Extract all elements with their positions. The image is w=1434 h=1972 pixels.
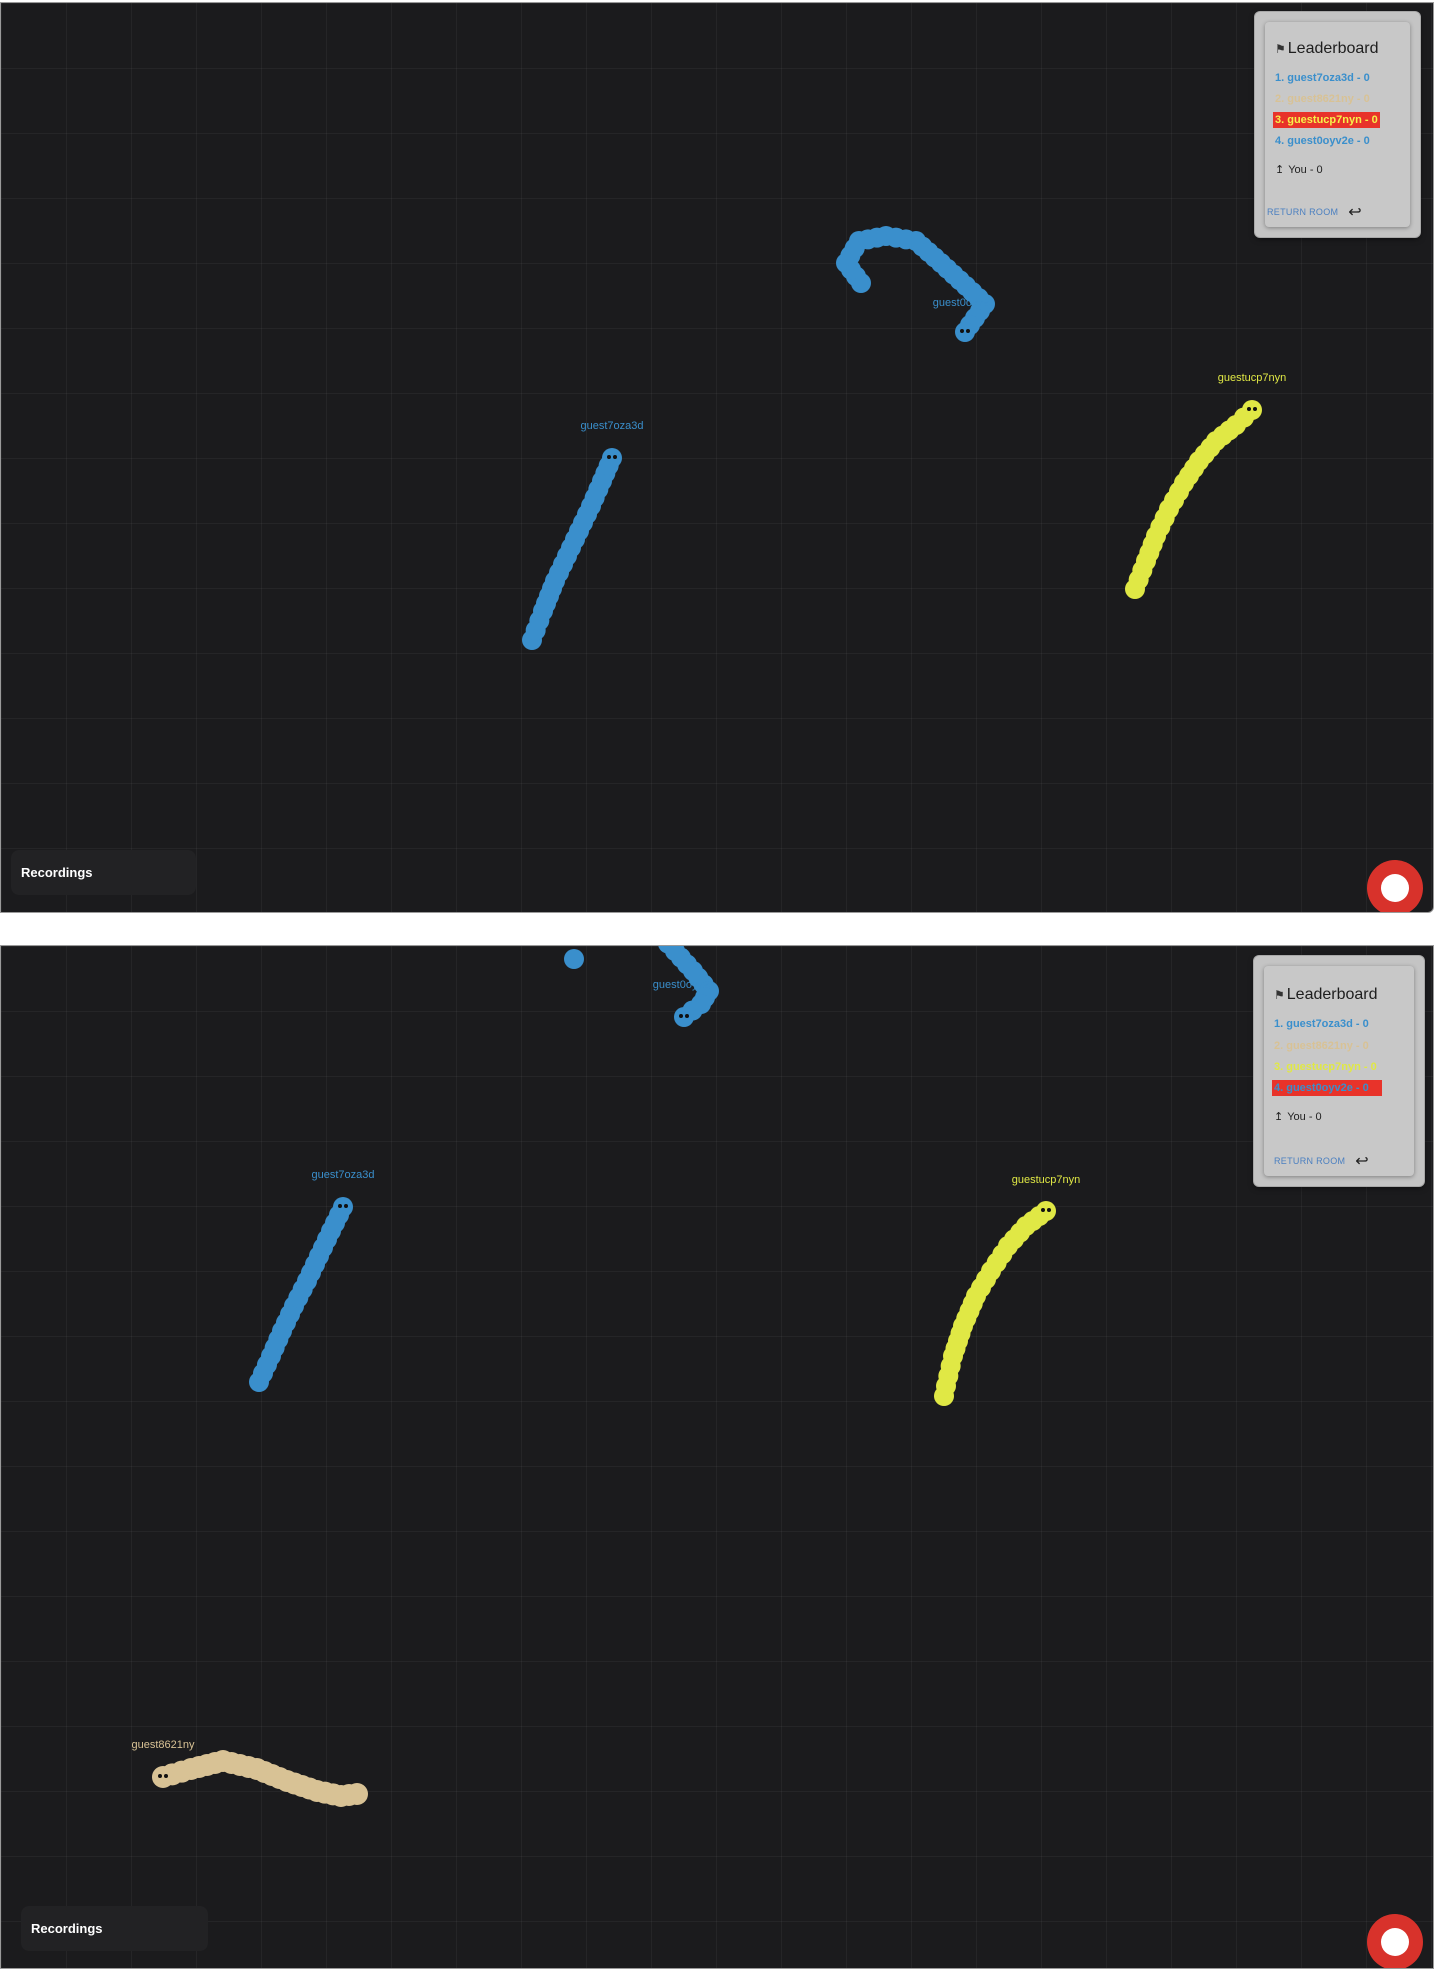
snake-segment	[1036, 1201, 1056, 1221]
arrow-up-icon: ↥	[1275, 164, 1285, 176]
snake-guest0oyv2e	[836, 226, 995, 342]
snake-segment	[1242, 400, 1262, 420]
leaderboard-entry: 2. guest8621ny - 0	[1275, 93, 1370, 105]
record-icon	[1381, 874, 1409, 902]
record-button[interactable]	[1367, 1914, 1423, 1968]
snake-guest7oza3d	[249, 1197, 353, 1392]
leaderboard-panel: ⚑ Leaderboard 1. guest7oza3d - 0 2. gues…	[1255, 12, 1420, 237]
snake-segment	[333, 1197, 353, 1217]
return-arrow-icon: ↩	[1348, 204, 1363, 221]
recordings-panel[interactable]: Recordings	[11, 850, 196, 895]
snake-guest8621ny	[152, 1750, 368, 1807]
return-room-button[interactable]: RETURN ROOM ↩	[1267, 202, 1362, 222]
snake-guestucp7nyn	[1125, 400, 1262, 599]
snake-eye	[607, 455, 611, 459]
snake-eye	[1253, 407, 1257, 411]
snake-field: guest0oyv2e guest7oza3d guestucp7nyn	[522, 226, 1287, 650]
snake-guest7oza3d	[522, 448, 622, 650]
leaderboard-entry-current: 4. guest0oyv2e - 0	[1272, 1080, 1382, 1096]
snake-segment	[674, 1007, 694, 1027]
snake-eye	[1047, 1208, 1051, 1212]
snake-name-label: guestucp7nyn	[1012, 1174, 1081, 1186]
snake-eye	[679, 1014, 683, 1018]
leaderboard-entry: 3. guestucp7nyn - 0	[1274, 1061, 1377, 1073]
snake-eye	[164, 1774, 168, 1778]
snake-segment	[564, 949, 584, 969]
snake-eye	[685, 1014, 689, 1018]
snake-guestucp7nyn	[934, 1201, 1056, 1406]
snake-eye	[1247, 407, 1251, 411]
recordings-panel[interactable]: Recordings	[21, 1906, 208, 1951]
snake-eye	[344, 1204, 348, 1208]
leaderboard-panel: ⚑ Leaderboard 1. guest7oza3d - 0 2. gues…	[1254, 956, 1424, 1186]
snake-name-label: guest7oza3d	[312, 1169, 375, 1181]
record-icon	[1381, 1928, 1409, 1956]
snake-name-label: guest0oyv2e	[933, 297, 995, 309]
return-room-button[interactable]: RETURN ROOM ↩	[1274, 1151, 1369, 1171]
snake-segment	[152, 1766, 174, 1788]
leaderboard-entry: 1. guest7oza3d - 0	[1275, 72, 1370, 84]
snake-name-label: guest0oyv2e	[653, 979, 715, 991]
snake-name-label: guest8621ny	[132, 1739, 195, 1751]
checkered-flag-icon: ⚑	[1274, 988, 1285, 1002]
leaderboard-you: ↥ You - 0	[1275, 163, 1323, 177]
snake-segment	[602, 448, 622, 468]
snake-eye	[338, 1204, 342, 1208]
snake-eye	[960, 329, 964, 333]
snake-field: guest0oyv2e guest7oza3d guestucp7nyn guest8…	[132, 946, 1081, 1807]
game-canvas-bottom[interactable]: guest0oyv2e guest7oza3d guestucp7nyn guest8…	[0, 945, 1434, 1969]
snake-name-label: guest7oza3d	[581, 420, 644, 432]
snake-name-label: guestucp7nyn	[1218, 372, 1287, 384]
leaderboard-entry-current: 3. guestucp7nyn - 0	[1273, 112, 1380, 128]
snake-eye	[966, 329, 970, 333]
leaderboard-you: ↥ You - 0	[1274, 1110, 1322, 1124]
checkered-flag-icon: ⚑	[1275, 42, 1286, 56]
snake-eye	[1041, 1208, 1045, 1212]
snake-segment	[955, 322, 975, 342]
arrow-up-icon: ↥	[1274, 1111, 1284, 1123]
leaderboard-entry: 2. guest8621ny - 0	[1274, 1040, 1369, 1052]
return-arrow-icon: ↩	[1355, 1153, 1370, 1170]
leaderboard-title: ⚑ Leaderboard	[1275, 40, 1379, 57]
game-canvas-top[interactable]: guest0oyv2e guest7oza3d guestucp7nyn ⚑ Lea…	[0, 2, 1434, 913]
snake-eye	[158, 1774, 162, 1778]
record-button[interactable]	[1367, 860, 1423, 912]
leaderboard-entry: 1. guest7oza3d - 0	[1274, 1018, 1369, 1030]
leaderboard-entry: 4. guest0oyv2e - 0	[1275, 135, 1370, 147]
snake-eye	[613, 455, 617, 459]
leaderboard-title: ⚑ Leaderboard	[1274, 986, 1378, 1003]
